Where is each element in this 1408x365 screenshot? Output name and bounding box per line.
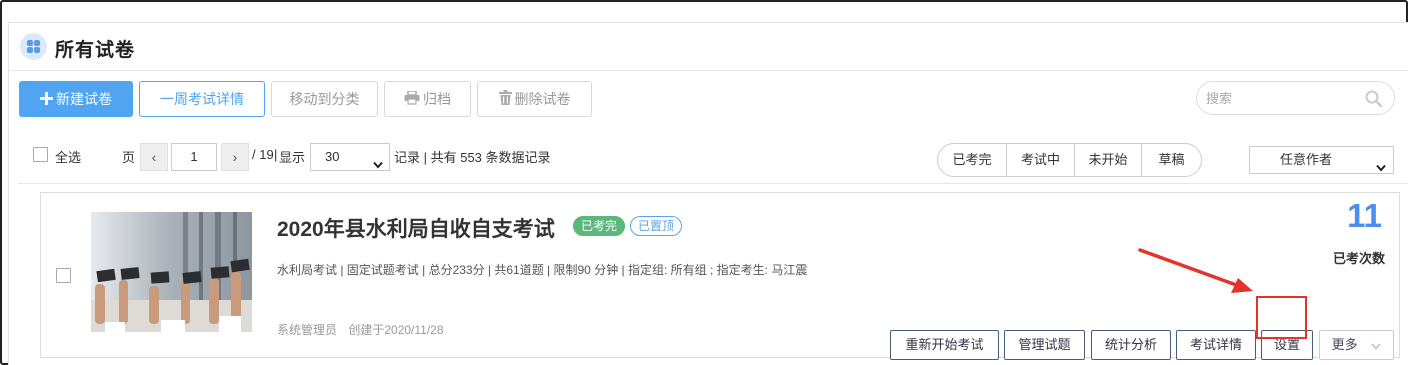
created-date: 创建于2020/11/28 xyxy=(348,323,444,337)
weekly-exam-details-label: 一周考试详情 xyxy=(160,91,244,107)
taken-count-label: 已考次数 xyxy=(1332,251,1385,266)
exam-select-checkbox[interactable] xyxy=(56,268,71,283)
annotation-highlight-box xyxy=(1256,296,1307,339)
printer-icon xyxy=(404,83,420,117)
status-filter-group: 已考完 考试中 未开始 草稿 xyxy=(937,143,1202,177)
filter-finished[interactable]: 已考完 xyxy=(938,144,1007,176)
taken-count: 11 xyxy=(1347,197,1382,234)
page-label: 页 xyxy=(122,150,136,165)
move-to-category-button[interactable]: 移动到分类 xyxy=(271,81,378,117)
prev-page-button[interactable]: ‹ xyxy=(140,143,168,171)
page-title: 所有试卷 xyxy=(55,40,136,61)
exam-meta: 水利局考试 | 固定试题考试 | 总分233分 | 共61道题 | 限制90 分… xyxy=(277,263,808,277)
record-summary: 记录 | 共有 553 条数据记录 xyxy=(394,150,551,165)
chevron-down-icon xyxy=(1376,155,1386,181)
exam-thumbnail xyxy=(91,212,252,332)
exam-detail-button[interactable]: 考试详情 xyxy=(1176,330,1256,360)
separator: | xyxy=(274,147,278,162)
manage-questions-button[interactable]: 管理试题 xyxy=(1004,330,1085,360)
total-pages-text: / 19 xyxy=(252,147,274,162)
chevron-down-icon xyxy=(373,152,383,178)
author-filter-select[interactable]: 任意作者 xyxy=(1249,146,1394,174)
author-filter-value: 任意作者 xyxy=(1280,152,1333,167)
page-size-value: 30 xyxy=(325,149,340,164)
panel-header: 所有试卷 xyxy=(9,23,1408,71)
select-all-checkbox[interactable] xyxy=(33,147,48,162)
status-badge-finished: 已考完 xyxy=(573,216,626,236)
search-icon[interactable] xyxy=(1365,90,1383,108)
new-exam-label: 新建试卷 xyxy=(56,91,112,107)
trash-icon xyxy=(498,83,512,117)
search-box xyxy=(1196,81,1395,115)
restart-exam-button[interactable]: 重新开始考试 xyxy=(890,330,999,360)
page-number-input[interactable]: 1 xyxy=(171,143,217,171)
exam-creator-info: 系统管理员 创建于2020/11/28 xyxy=(277,321,444,338)
delete-exam-button[interactable]: 删除试卷 xyxy=(477,81,592,117)
next-page-button[interactable]: › xyxy=(221,143,249,171)
weekly-exam-details-button[interactable]: 一周考试详情 xyxy=(139,81,265,117)
more-label: 更多 xyxy=(1331,337,1358,352)
plus-icon xyxy=(40,83,53,117)
select-all-label: 全选 xyxy=(55,150,82,165)
display-label: 显示 xyxy=(279,150,306,165)
delete-exam-label: 删除试卷 xyxy=(514,91,571,107)
search-input[interactable] xyxy=(1206,88,1356,108)
annotation-arrow-icon xyxy=(1138,248,1253,293)
statistics-button[interactable]: 统计分析 xyxy=(1091,330,1171,360)
filter-draft[interactable]: 草稿 xyxy=(1142,144,1201,176)
exam-list-panel: 所有试卷 新建试卷 一周考试详情 移动到分类 归档 删除试卷 全选 页 ‹ 1 … xyxy=(8,22,1408,365)
more-dropdown-button[interactable]: 更多 xyxy=(1319,330,1394,360)
list-divider xyxy=(18,183,1408,184)
archive-button[interactable]: 归档 xyxy=(384,81,471,117)
move-to-category-label: 移动到分类 xyxy=(289,91,360,107)
creator-name: 系统管理员 xyxy=(277,323,338,337)
new-exam-button[interactable]: 新建试卷 xyxy=(19,81,133,117)
apps-grid-icon xyxy=(20,33,47,60)
archive-label: 归档 xyxy=(423,91,451,107)
exam-title[interactable]: 2020年县水利局自收自支考试 xyxy=(277,213,555,243)
chevron-down-icon xyxy=(1371,332,1381,360)
filter-in-progress[interactable]: 考试中 xyxy=(1007,144,1075,176)
pinned-badge: 已置顶 xyxy=(630,216,683,236)
filter-not-started[interactable]: 未开始 xyxy=(1075,144,1142,176)
page-size-select[interactable]: 30 xyxy=(310,143,390,171)
